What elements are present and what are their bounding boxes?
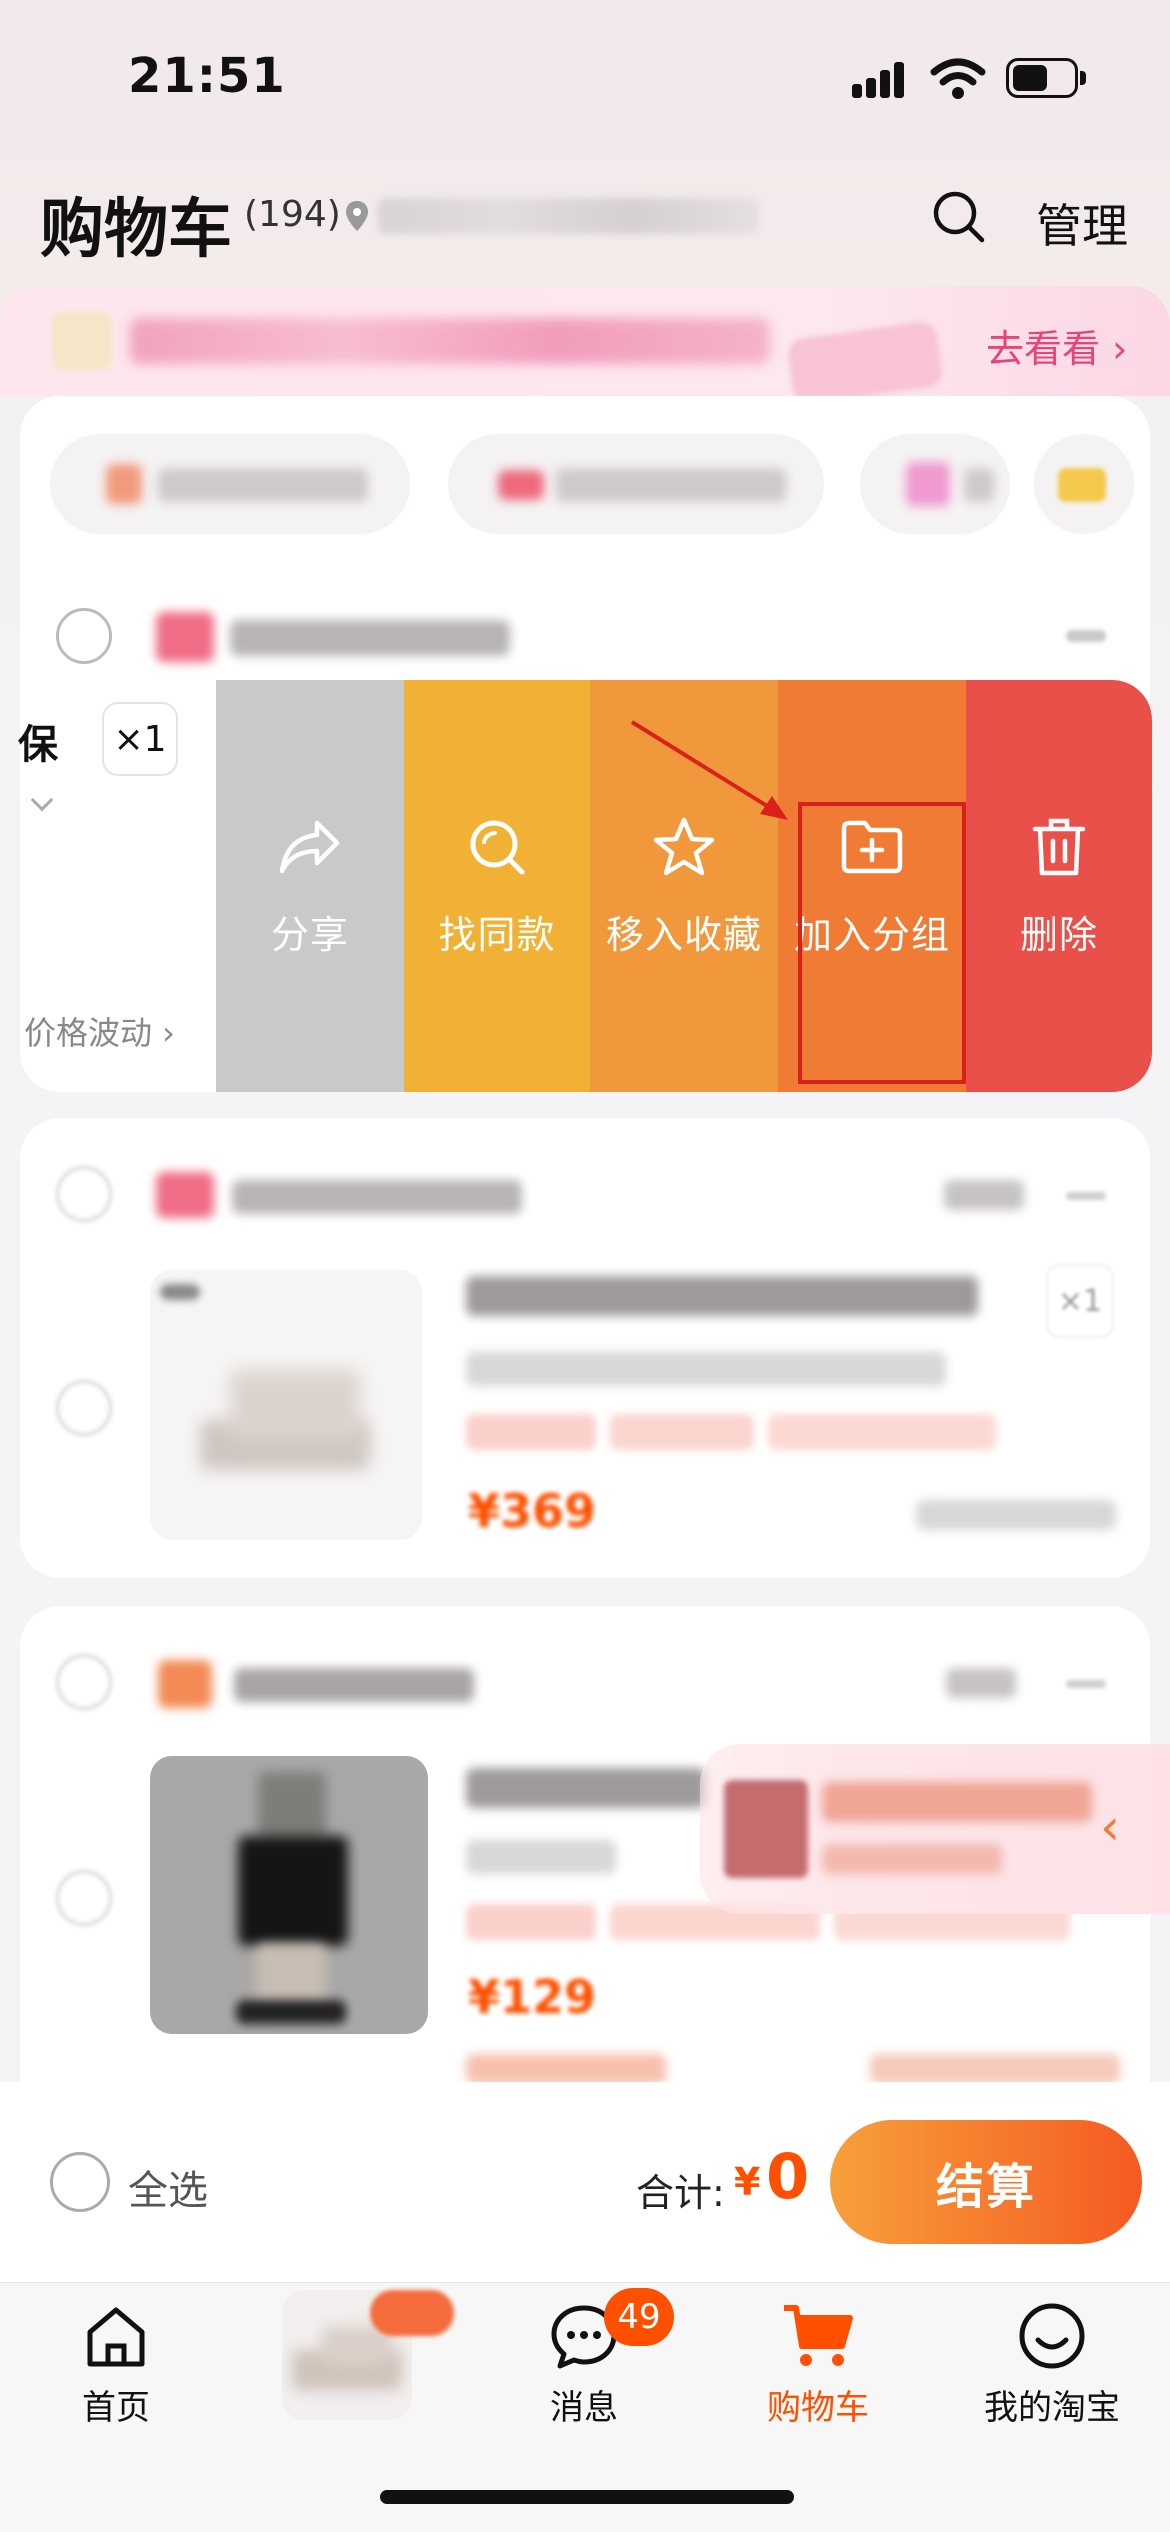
find-similar-action[interactable]: 找同款 — [404, 680, 590, 1092]
product-spec[interactable] — [466, 1352, 946, 1386]
delete-action[interactable]: 删除 — [966, 680, 1152, 1092]
filter-chip-1[interactable] — [50, 434, 410, 534]
quantity-box[interactable]: ×1 — [1046, 1264, 1114, 1338]
total-label: 合计: — [636, 2171, 725, 2215]
checkout-label: 结算 — [935, 2159, 1036, 2215]
item-select-radio[interactable] — [56, 1870, 112, 1926]
home-icon — [87, 2307, 145, 2367]
share-icon — [275, 812, 345, 882]
page-title: 购物车 — [40, 193, 232, 267]
annotation-arrow — [630, 720, 788, 820]
trash-icon — [1024, 812, 1094, 882]
battery-icon — [1006, 58, 1086, 98]
price-note — [916, 1500, 1116, 1530]
share-action[interactable]: 分享 — [216, 680, 404, 1092]
message-badge: 49 — [604, 2288, 674, 2346]
tab-my-taobao-label: 我的淘宝 — [984, 2388, 1120, 2428]
product-image[interactable] — [150, 1270, 422, 1540]
total-currency: ¥ — [734, 2160, 761, 2204]
store-logo — [156, 612, 214, 662]
product-image[interactable] — [150, 1756, 428, 2034]
find-similar-label: 找同款 — [438, 913, 556, 957]
store-logo — [158, 1660, 212, 1708]
product-title[interactable] — [466, 1768, 706, 1808]
wifi-icon — [930, 58, 986, 99]
store-select-radio[interactable] — [56, 608, 112, 664]
tab-cart-label: 购物车 — [767, 2388, 869, 2428]
promo-thumbnail — [52, 312, 112, 370]
store-name[interactable] — [230, 620, 510, 656]
quantity-box[interactable]: ×1 — [102, 702, 178, 776]
profile-icon — [1019, 2303, 1085, 2369]
store-logo — [156, 1172, 214, 1218]
more-icon[interactable] — [1066, 1192, 1106, 1200]
tab-cart[interactable]: 购物车 — [718, 2300, 918, 2429]
discount-note — [466, 2054, 666, 2084]
search-icon[interactable] — [932, 190, 986, 244]
price-fluctuation-link[interactable]: 价格波动 › — [24, 1008, 175, 1054]
move-to-favorites-label: 移入收藏 — [605, 913, 762, 957]
quantity-value: ×1 — [113, 718, 167, 760]
filter-chip-2[interactable] — [448, 434, 824, 534]
select-all-label[interactable]: 全选 — [128, 2158, 208, 2216]
checkout-button[interactable]: 结算 — [830, 2120, 1142, 2244]
item-title-partial: 保 — [18, 722, 58, 768]
product-title[interactable] — [466, 1276, 978, 1316]
product-tag-3 — [768, 1414, 996, 1450]
toast-close-icon[interactable]: ‹ — [1100, 1798, 1120, 1856]
tab-home-label: 首页 — [82, 2388, 150, 2428]
find-similar-icon — [462, 812, 532, 882]
product-tag-2 — [610, 1414, 754, 1450]
store-tag — [944, 1180, 1024, 1210]
store-name[interactable] — [234, 1668, 474, 1702]
promo-see-more-link[interactable]: 去看看 › — [986, 318, 1127, 373]
product-tag-1 — [466, 1904, 596, 1940]
price-note — [870, 2054, 1120, 2084]
store-name[interactable] — [232, 1180, 522, 1214]
more-icon[interactable] — [1066, 630, 1106, 642]
status-time: 21:51 — [128, 48, 286, 104]
product-price: ¥129 — [468, 1970, 597, 2024]
message-badge-count: 49 — [617, 2297, 661, 2337]
product-spec[interactable] — [466, 1840, 616, 1874]
total-amount: 0 — [766, 2140, 810, 2213]
annotation-highlight-box — [798, 802, 966, 1084]
filter-chip-3[interactable] — [860, 434, 1010, 534]
cellular-signal-icon — [852, 60, 912, 100]
thumbnail-badge — [370, 2290, 454, 2336]
tab-messages-label: 消息 — [550, 2388, 618, 2428]
filter-chip-group[interactable] — [1034, 434, 1134, 534]
cart-icon — [784, 2305, 853, 2366]
store-select-radio[interactable] — [56, 1166, 112, 1222]
delivery-address[interactable] — [378, 198, 758, 234]
product-price: ¥369 — [468, 1484, 597, 1538]
store-select-radio[interactable] — [56, 1654, 112, 1710]
location-pin-icon — [346, 201, 368, 231]
manage-button[interactable]: 管理 — [1036, 190, 1128, 256]
select-all-radio[interactable] — [50, 2152, 110, 2212]
more-icon[interactable] — [1066, 1680, 1106, 1688]
item-select-radio[interactable] — [56, 1380, 112, 1436]
tab-home[interactable]: 首页 — [16, 2300, 216, 2429]
product-tag-1 — [466, 1414, 596, 1450]
tab-my-taobao[interactable]: 我的淘宝 — [952, 2300, 1152, 2429]
home-indicator — [380, 2490, 794, 2504]
cart-count: (194) — [244, 194, 341, 235]
share-label: 分享 — [270, 913, 349, 957]
quantity-value: ×1 — [1057, 1283, 1103, 1319]
promo-text — [130, 318, 770, 364]
delete-label: 删除 — [1019, 913, 1098, 957]
store-tag — [946, 1668, 1016, 1698]
